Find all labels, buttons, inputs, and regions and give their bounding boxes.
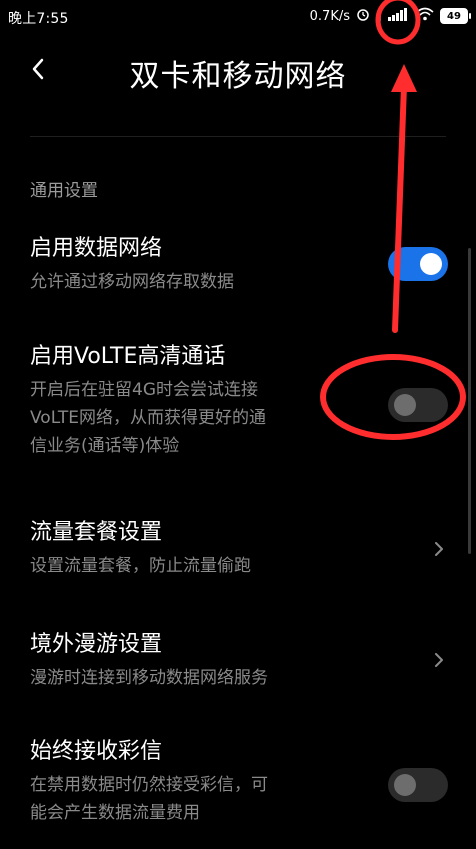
- annotation-circle-toggle: [320, 354, 466, 440]
- annotation-arrow-line: [392, 83, 407, 333]
- annotation-overlay: [320, 0, 466, 440]
- annotation-circle-signal: [375, 0, 421, 45]
- annotation-arrow-head: [391, 64, 417, 92]
